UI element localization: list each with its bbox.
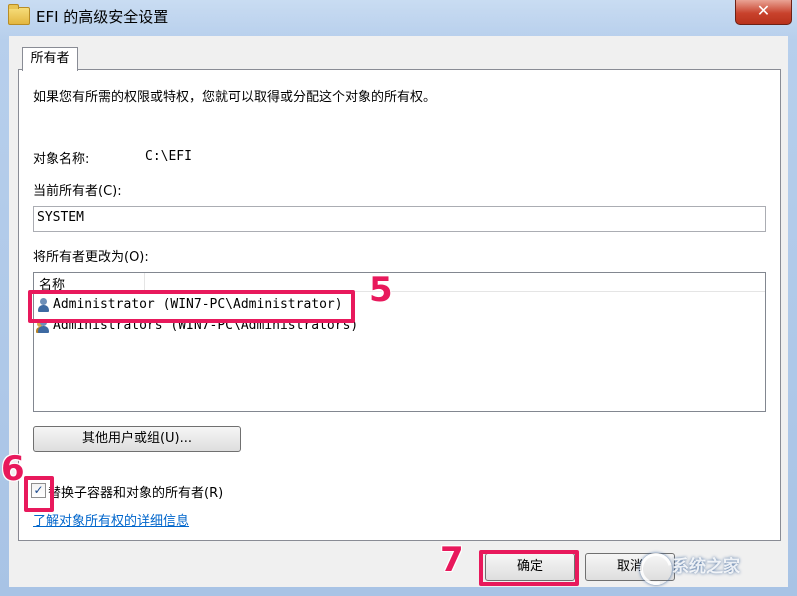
column-separator — [144, 273, 145, 291]
current-owner-field[interactable]: SYSTEM — [33, 206, 766, 232]
step7-number: 7 — [440, 540, 464, 580]
object-name-label: 对象名称: — [33, 152, 90, 167]
watermark-logo: 系统之家 — [634, 547, 797, 591]
title-bar[interactable]: EFI 的高级安全设置 ✕ — [0, 0, 797, 34]
learn-more-link[interactable]: 了解对象所有权的详细信息 — [33, 510, 189, 529]
watermark-text: 系统之家 — [672, 557, 740, 577]
step5-number: 5 — [369, 270, 393, 310]
current-owner-label: 当前所有者(C): — [33, 184, 122, 199]
other-users-button[interactable]: 其他用户或组(U)... — [33, 426, 241, 452]
tab-owner[interactable]: 所有者 — [22, 47, 78, 71]
current-owner-value: SYSTEM — [37, 210, 84, 225]
change-owner-label: 将所有者更改为(O): — [33, 250, 149, 265]
folder-icon — [8, 4, 30, 25]
close-button[interactable]: ✕ — [735, 0, 792, 25]
step5-highlight-box — [28, 290, 355, 323]
object-name-value: C:\EFI — [145, 149, 192, 164]
intro-text: 如果您有所需的权限或特权，您就可以取得或分配这个对象的所有权。 — [33, 90, 437, 105]
step7-highlight-box — [479, 550, 579, 586]
step6-highlight-box — [24, 476, 54, 512]
replace-owner-label[interactable]: 替换子容器和对象的所有者(R) — [48, 482, 223, 501]
dialog-window: EFI 的高级安全设置 ✕ 所有者 如果您有所需的权限或特权，您就可以取得或分配… — [0, 0, 797, 596]
step6-number: 6 — [1, 449, 25, 489]
window-title: EFI 的高级安全设置 — [36, 8, 169, 26]
